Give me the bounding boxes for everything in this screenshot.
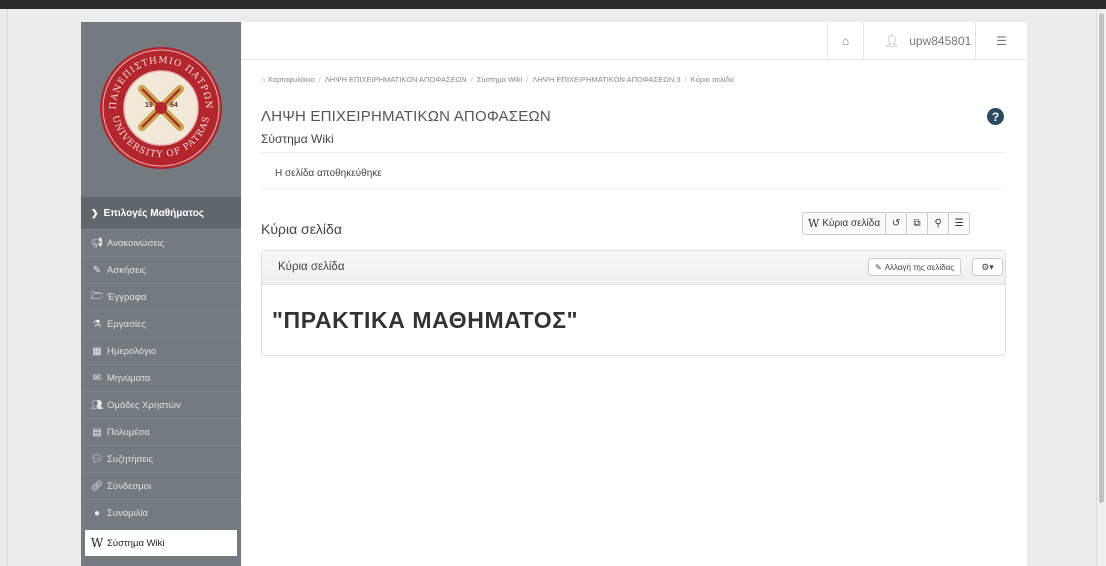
edit-page-label: Αλλαγή της σελίδας: [884, 262, 955, 272]
sidebar-item-announcements[interactable]: 📢︎ Ανακοινώσεις: [81, 229, 241, 256]
chevron-down-icon: ❯: [91, 207, 99, 218]
module-subtitle: Σύστημα Wiki: [261, 132, 334, 146]
sidebar-item-exercises[interactable]: ✎ Ασκήσεις: [81, 256, 241, 283]
sidebar-item-label: Σύστημα Wiki: [107, 537, 165, 549]
film-icon: ▤: [92, 426, 102, 438]
scrollbar-thumb[interactable]: [1099, 13, 1104, 503]
success-alert: Η σελίδα αποθηκεύθηκε: [261, 159, 1006, 189]
folder-open-icon: 🗁︎: [90, 290, 104, 302]
divider: [261, 152, 1006, 153]
university-logo[interactable]: ΠΑΝΕΠΙΣΤΗΜΙΟ ΠΑΤΡΩΝ UNIVERSITY OF PATRAS…: [98, 45, 224, 171]
user-menu-button[interactable]: 👤︎ upw845801: [863, 22, 975, 60]
sidebar-item-links[interactable]: 🔗︎ Σύνδεσμοι: [81, 472, 241, 499]
sidebar-item-label: Συνομιλία: [107, 507, 149, 519]
sidebar-item-multimedia[interactable]: ▤ Πολυμέσα: [81, 418, 241, 445]
sliders-icon: ☰: [996, 34, 1007, 48]
sidebar-item-label: Ημερολόγιο: [107, 345, 157, 357]
university-logo-area[interactable]: ΠΑΝΕΠΙΣΤΗΜΙΟ ΠΑΤΡΩΝ UNIVERSITY OF PATRAS…: [81, 22, 241, 194]
copy-icon: ⧉: [913, 218, 921, 229]
course-title: ΛΗΨΗ ΕΠΙΧΕΙΡΗΜΑΤΙΚΩΝ ΑΠΟΦΑΣΕΩΝ: [261, 108, 551, 125]
bullhorn-icon: 📢︎: [90, 237, 104, 249]
panel-title: Κύρια σελίδα: [278, 261, 345, 273]
history-button[interactable]: ↺: [885, 212, 908, 235]
chat-icon: ●: [93, 507, 101, 519]
sidebar-item-label: Συζητήσεις: [107, 453, 154, 465]
home-icon: ⌂: [841, 34, 850, 48]
sidebar-item-label: Ομάδες Χρηστών: [107, 399, 181, 411]
breadcrumb-item-wiki-course[interactable]: ΛΗΨΗ ΕΠΙΧΕΙΡΗΜΑΤΙΚΩΝ ΑΠΟΦΑΣΕΩΝ 3: [532, 75, 680, 84]
edit-icon: ✎: [92, 264, 102, 276]
logo-year-left: 19: [145, 102, 153, 109]
wiki-page-panel: Κύρια σελίδα ✎ Αλλαγή της σελίδας ⚙▾ "ΠΡΑ…: [261, 250, 1006, 356]
flask-icon: ⚗︎: [92, 318, 102, 330]
users-icon: 👥︎: [90, 399, 104, 411]
search-icon: ⚲: [934, 218, 942, 229]
home-button[interactable]: ⌂: [827, 22, 863, 60]
page-scrollbar[interactable]: [1096, 9, 1106, 566]
sidebar-item-user-groups[interactable]: 👥︎ Ομάδες Χρηστών: [81, 391, 241, 418]
gear-icon: ⚙▾: [981, 261, 994, 272]
recent-changes-button[interactable]: ⧉: [906, 212, 929, 235]
history-icon: ↺: [891, 218, 901, 229]
list-icon: ☰: [954, 218, 964, 229]
help-icon[interactable]: ?: [987, 108, 1004, 125]
sidebar-item-documents[interactable]: 🗁︎ Έγγραφα: [81, 283, 241, 310]
course-menu: 📢︎ Ανακοινώσεις ✎ Ασκήσεις 🗁︎ Έγγραφα ⚗︎ Εργ…: [81, 229, 241, 556]
breadcrumb-item-portfolio[interactable]: Χαρτοφυλάκιο: [268, 75, 315, 84]
page-list-button[interactable]: ☰: [948, 212, 971, 235]
wikipedia-icon: W: [808, 217, 820, 230]
wikipedia-icon: W: [90, 536, 104, 550]
sidebar-item-assignments[interactable]: ⚗︎ Εργασίες: [81, 310, 241, 337]
page-settings-dropdown[interactable]: ⚙▾: [972, 258, 1003, 276]
sidebar-item-label: Μηνύματα: [107, 372, 151, 384]
wiki-content-heading: "ΠΡΑΚΤΙΚΑ ΜΑΘΗΜΑΤΟΣ": [272, 307, 579, 333]
sidebar-item-chat[interactable]: ● Συνομιλία: [81, 499, 241, 526]
sidebar-item-label: Ασκήσεις: [107, 264, 147, 276]
page-gutter: [7, 9, 8, 566]
username: upw845801: [909, 34, 972, 48]
link-icon: 🔗︎: [90, 480, 104, 492]
home-small-icon: ⌂: [261, 75, 268, 84]
user-icon: 👤︎: [884, 34, 900, 48]
breadcrumb-item-course[interactable]: ΛΗΨΗ ΕΠΙΧΕΙΡΗΜΑΤΙΚΩΝ ΑΠΟΦΑΣΕΩΝ: [325, 75, 467, 84]
panel-header: Κύρια σελίδα ✎ Αλλαγή της σελίδας ⚙▾: [262, 251, 1005, 285]
wiki-toolbar: W Κύρια σελίδα ↺ ⧉ ⚲ ☰: [802, 212, 971, 235]
main-page-button-label: Κύρια σελίδα: [822, 218, 881, 229]
envelope-icon: ✉: [92, 372, 102, 384]
logo-year-right: 64: [170, 102, 178, 109]
course-options-toggle[interactable]: ❯ Επιλογές Μαθήματος: [81, 197, 241, 229]
main-page-button[interactable]: W Κύρια σελίδα: [802, 212, 887, 235]
breadcrumb-item-wiki[interactable]: Σύστημα Wiki: [477, 75, 522, 84]
sidebar-item-label: Σύνδεσμοι: [107, 480, 152, 492]
search-button[interactable]: ⚲: [927, 212, 950, 235]
course-options-label: Επιλογές Μαθήματος: [103, 207, 205, 219]
comments-icon: 💬︎: [90, 453, 104, 465]
calendar-icon: ▦: [92, 345, 102, 357]
top-header: ⌂ 👤︎ upw845801 ☰: [241, 22, 1027, 60]
edit-icon: ✎: [875, 262, 882, 272]
sidebar-item-label: Ανακοινώσεις: [107, 237, 165, 249]
browser-top-bar: [0, 0, 1106, 9]
sidebar-item-label: Έγγραφα: [107, 291, 147, 303]
sidebar-item-label: Εργασίες: [107, 318, 146, 330]
wiki-page-title: Κύρια σελίδα: [261, 221, 342, 237]
sidebar-item-discussions[interactable]: 💬︎ Συζητήσεις: [81, 445, 241, 472]
sidebar-item-calendar[interactable]: ▦ Ημερολόγιο: [81, 337, 241, 364]
breadcrumb: ⌂ Χαρτοφυλάκιο / ΛΗΨΗ ΕΠΙΧΕΙΡΗΜΑΤΙΚΩΝ ΑΠΟΦ…: [261, 75, 734, 84]
edit-page-button[interactable]: ✎ Αλλαγή της σελίδας: [868, 258, 962, 276]
settings-toggle-button[interactable]: ☰: [975, 22, 1027, 60]
sidebar-item-wiki[interactable]: W Σύστημα Wiki: [85, 530, 237, 556]
sidebar-item-label: Πολυμέσα: [107, 426, 150, 438]
breadcrumb-item-current: Κύρια σελίδα: [690, 75, 734, 84]
main-content: ⌂ 👤︎ upw845801 ☰ ⌂ Χαρτοφυλάκιο / ΛΗΨΗ ΕΠΙ…: [241, 22, 1027, 566]
sidebar-item-messages[interactable]: ✉ Μηνύματα: [81, 364, 241, 391]
sidebar: ΠΑΝΕΠΙΣΤΗΜΙΟ ΠΑΤΡΩΝ UNIVERSITY OF PATRAS…: [81, 22, 241, 566]
